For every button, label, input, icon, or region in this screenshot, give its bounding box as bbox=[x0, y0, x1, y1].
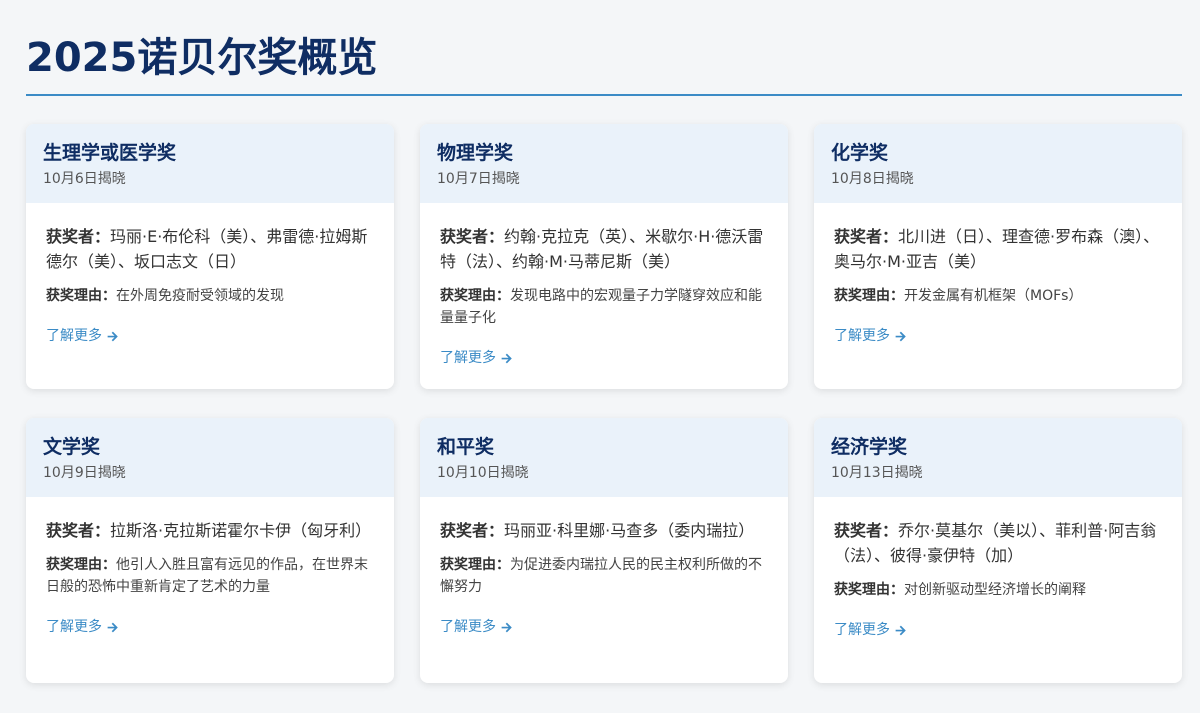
card-date: 10月6日揭晓 bbox=[43, 171, 126, 187]
card-date: 10月7日揭晓 bbox=[437, 171, 520, 187]
prize-card-peace: 和平奖 10月10日揭晓 获奖者：玛丽亚·科里娜·马查多（委内瑞拉） 获奖理由：… bbox=[420, 418, 788, 683]
reason-label: 获奖理由： bbox=[834, 288, 904, 304]
arrow-right-icon bbox=[107, 331, 118, 341]
card-header: 文学奖 10月9日揭晓 bbox=[26, 418, 394, 497]
reason-text: 获奖理由：在外周免疫耐受领域的发现 bbox=[46, 285, 374, 307]
learn-more-label: 了解更多 bbox=[440, 619, 496, 635]
title-divider bbox=[26, 94, 1182, 96]
learn-more-label: 了解更多 bbox=[440, 350, 496, 366]
reason-label: 获奖理由： bbox=[46, 288, 116, 304]
learn-more-label: 了解更多 bbox=[46, 619, 102, 635]
card-date: 10月9日揭晓 bbox=[43, 465, 126, 481]
reason-text: 获奖理由：发现电路中的宏观量子力学隧穿效应和能量量子化 bbox=[440, 285, 768, 329]
reason-label: 获奖理由： bbox=[46, 557, 116, 573]
prize-card-grid: 生理学或医学奖 10月6日揭晓 获奖者：玛丽·E·布伦科（美）、弗雷德·拉姆斯德… bbox=[26, 124, 1182, 683]
card-body: 获奖者：北川进（日）、理查德·罗布森（澳）、奥马尔·M·亚吉（美） 获奖理由：开… bbox=[814, 203, 1182, 346]
reason-value: 在外周免疫耐受领域的发现 bbox=[116, 288, 284, 304]
page-title: 2025诺贝尔奖概览 bbox=[26, 35, 378, 81]
learn-more-label: 了解更多 bbox=[46, 328, 102, 344]
card-date: 10月10日揭晓 bbox=[437, 465, 529, 481]
arrow-right-icon bbox=[501, 353, 512, 363]
card-body: 获奖者：乔尔·莫基尔（美以）、菲利普·阿吉翁（法）、彼得·豪伊特（加） 获奖理由… bbox=[814, 497, 1182, 640]
nobel-overview-page: 2025诺贝尔奖概览 生理学或医学奖 10月6日揭晓 获奖者：玛丽·E·布伦科（… bbox=[0, 0, 1200, 713]
prize-card-physics: 物理学奖 10月7日揭晓 获奖者：约翰·克拉克（英）、米歇尔·H·德沃雷特（法）… bbox=[420, 124, 788, 389]
card-title: 生理学或医学奖 bbox=[43, 142, 177, 164]
winners-text: 获奖者：约翰·克拉克（英）、米歇尔·H·德沃雷特（法）、约翰·M·马蒂尼斯（美） bbox=[440, 224, 768, 274]
winners-value: 玛丽亚·科里娜·马查多（委内瑞拉） bbox=[504, 521, 755, 540]
winners-text: 获奖者：玛丽·E·布伦科（美）、弗雷德·拉姆斯德尔（美）、坂口志文（日） bbox=[46, 224, 374, 274]
reason-label: 获奖理由： bbox=[440, 557, 510, 573]
prize-card-economics: 经济学奖 10月13日揭晓 获奖者：乔尔·莫基尔（美以）、菲利普·阿吉翁（法）、… bbox=[814, 418, 1182, 683]
winners-text: 获奖者：北川进（日）、理查德·罗布森（澳）、奥马尔·M·亚吉（美） bbox=[834, 224, 1162, 274]
reason-label: 获奖理由： bbox=[440, 288, 510, 304]
reason-text: 获奖理由：开发金属有机框架（MOFs） bbox=[834, 285, 1162, 307]
winners-text: 获奖者：拉斯洛·克拉斯诺霍尔卡伊（匈牙利） bbox=[46, 518, 374, 543]
card-header: 生理学或医学奖 10月6日揭晓 bbox=[26, 124, 394, 203]
winners-label: 获奖者： bbox=[834, 227, 899, 246]
arrow-right-icon bbox=[895, 625, 906, 635]
card-header: 和平奖 10月10日揭晓 bbox=[420, 418, 788, 497]
prize-card-medicine: 生理学或医学奖 10月6日揭晓 获奖者：玛丽·E·布伦科（美）、弗雷德·拉姆斯德… bbox=[26, 124, 394, 389]
learn-more-link[interactable]: 了解更多 bbox=[46, 617, 119, 637]
winners-label: 获奖者： bbox=[440, 521, 505, 540]
card-body: 获奖者：约翰·克拉克（英）、米歇尔·H·德沃雷特（法）、约翰·M·马蒂尼斯（美）… bbox=[420, 203, 788, 368]
reason-value: 开发金属有机框架（MOFs） bbox=[904, 288, 1083, 304]
card-title: 和平奖 bbox=[437, 436, 495, 458]
winners-label: 获奖者： bbox=[46, 227, 111, 246]
prize-card-chemistry: 化学奖 10月8日揭晓 获奖者：北川进（日）、理查德·罗布森（澳）、奥马尔·M·… bbox=[814, 124, 1182, 389]
reason-text: 获奖理由：为促进委内瑞拉人民的民主权利所做的不懈努力 bbox=[440, 554, 768, 598]
card-body: 获奖者：玛丽亚·科里娜·马查多（委内瑞拉） 获奖理由：为促进委内瑞拉人民的民主权… bbox=[420, 497, 788, 637]
arrow-right-icon bbox=[501, 622, 512, 632]
card-header: 物理学奖 10月7日揭晓 bbox=[420, 124, 788, 203]
card-title: 化学奖 bbox=[831, 142, 889, 164]
winners-label: 获奖者： bbox=[46, 521, 111, 540]
prize-card-literature: 文学奖 10月9日揭晓 获奖者：拉斯洛·克拉斯诺霍尔卡伊（匈牙利） 获奖理由：他… bbox=[26, 418, 394, 683]
winners-label: 获奖者： bbox=[440, 227, 505, 246]
reason-text: 获奖理由：对创新驱动型经济增长的阐释 bbox=[834, 579, 1162, 601]
learn-more-link[interactable]: 了解更多 bbox=[440, 617, 513, 637]
reason-text: 获奖理由：他引人入胜且富有远见的作品，在世界末日般的恐怖中重新肯定了艺术的力量 bbox=[46, 554, 374, 598]
card-title: 文学奖 bbox=[43, 436, 101, 458]
card-title: 物理学奖 bbox=[437, 142, 514, 164]
reason-label: 获奖理由： bbox=[834, 582, 904, 598]
learn-more-link[interactable]: 了解更多 bbox=[46, 326, 119, 346]
card-date: 10月13日揭晓 bbox=[831, 465, 923, 481]
arrow-right-icon bbox=[107, 622, 118, 632]
learn-more-label: 了解更多 bbox=[834, 328, 890, 344]
arrow-right-icon bbox=[895, 331, 906, 341]
winners-text: 获奖者：乔尔·莫基尔（美以）、菲利普·阿吉翁（法）、彼得·豪伊特（加） bbox=[834, 518, 1162, 568]
learn-more-link[interactable]: 了解更多 bbox=[440, 348, 513, 368]
reason-value: 对创新驱动型经济增长的阐释 bbox=[904, 582, 1086, 598]
card-body: 获奖者：拉斯洛·克拉斯诺霍尔卡伊（匈牙利） 获奖理由：他引人入胜且富有远见的作品… bbox=[26, 497, 394, 637]
card-header: 经济学奖 10月13日揭晓 bbox=[814, 418, 1182, 497]
learn-more-link[interactable]: 了解更多 bbox=[834, 326, 907, 346]
card-date: 10月8日揭晓 bbox=[831, 171, 914, 187]
winners-value: 拉斯洛·克拉斯诺霍尔卡伊（匈牙利） bbox=[110, 521, 372, 540]
winners-text: 获奖者：玛丽亚·科里娜·马查多（委内瑞拉） bbox=[440, 518, 768, 543]
winners-label: 获奖者： bbox=[834, 521, 899, 540]
card-body: 获奖者：玛丽·E·布伦科（美）、弗雷德·拉姆斯德尔（美）、坂口志文（日） 获奖理… bbox=[26, 203, 394, 346]
card-header: 化学奖 10月8日揭晓 bbox=[814, 124, 1182, 203]
learn-more-link[interactable]: 了解更多 bbox=[834, 620, 907, 640]
card-title: 经济学奖 bbox=[831, 436, 908, 458]
learn-more-label: 了解更多 bbox=[834, 622, 890, 638]
